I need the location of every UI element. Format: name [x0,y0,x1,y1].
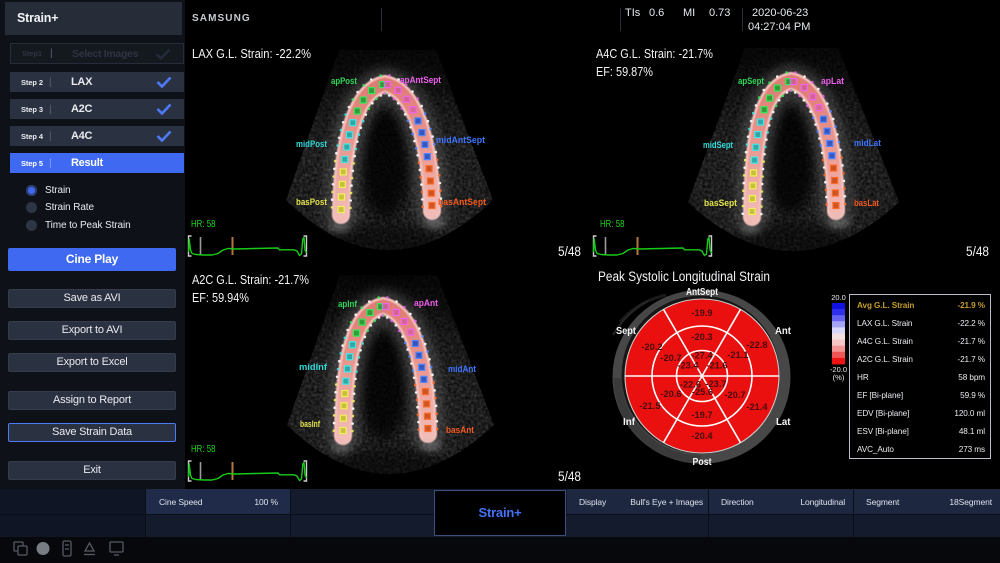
svg-text:midAntSept: midAntSept [436,135,485,145]
svg-text:HR: 58: HR: 58 [191,444,216,455]
svg-text:Post: Post [693,456,712,468]
svg-text:midPost: midPost [296,139,327,149]
svg-text:apLat: apLat [821,76,844,86]
svg-text:-20.3: -20.3 [691,332,712,342]
svg-text:basInf: basInf [300,419,321,429]
svg-text:EF: 59.87%: EF: 59.87% [596,64,653,79]
svg-text:apAnt: apAnt [414,298,438,308]
svg-text:apInf: apInf [338,299,358,309]
svg-text:-21.4: -21.4 [746,402,768,412]
svg-text:Ant: Ant [775,325,791,337]
svg-text:-21.1: -21.1 [727,350,748,360]
svg-text:basPost: basPost [296,197,327,207]
svg-text:A4C G.L. Strain: -21.7%: A4C G.L. Strain: -21.7% [596,46,713,61]
svg-text:-21.6: -21.6 [706,361,727,371]
svg-text:apSept: apSept [738,76,764,86]
svg-text:-27.4: -27.4 [691,351,713,361]
svg-text:-20.6: -20.6 [660,389,681,399]
svg-text:5/48: 5/48 [966,244,989,259]
svg-text:EF: 59.94%: EF: 59.94% [192,290,249,305]
svg-text:basAntSept: basAntSept [438,197,486,207]
svg-text:Inf: Inf [623,416,635,428]
svg-text:basLat: basLat [854,198,879,208]
svg-text:Peak Systolic Longitudinal Str: Peak Systolic Longitudinal Strain [598,269,770,284]
svg-text:-20.4: -20.4 [691,431,713,441]
svg-text:LAX G.L. Strain: -22.2%: LAX G.L. Strain: -22.2% [192,46,311,61]
svg-text:midLat: midLat [854,138,881,148]
svg-text:midInf: midInf [299,362,328,372]
svg-text:-20.2: -20.2 [641,342,662,352]
svg-text:A2C G.L. Strain: -21.7%: A2C G.L. Strain: -21.7% [192,272,309,287]
svg-text:-21.5: -21.5 [639,401,660,411]
svg-text:apAntSept: apAntSept [400,75,441,85]
svg-text:5/48: 5/48 [558,244,581,259]
svg-text:-20.7: -20.7 [724,390,745,400]
svg-text:HR: 58: HR: 58 [600,219,625,230]
svg-text:Lat: Lat [776,416,791,428]
svg-text:-19.9: -19.9 [691,308,712,318]
svg-text:5/48: 5/48 [558,469,581,484]
svg-text:-23.4: -23.4 [677,361,699,371]
svg-text:-25.6: -25.6 [692,387,713,397]
svg-text:(%): (%) [833,373,845,382]
svg-text:-22.8: -22.8 [746,340,767,350]
svg-text:basSept: basSept [704,198,737,208]
svg-text:Sept: Sept [616,325,636,337]
svg-text:AntSept: AntSept [686,286,718,298]
svg-text:20.0: 20.0 [831,293,846,302]
svg-text:-19.7: -19.7 [691,410,712,420]
svg-text:basAnt: basAnt [446,425,474,435]
svg-text:midSept: midSept [703,140,733,150]
svg-text:HR: 58: HR: 58 [191,219,216,230]
svg-text:midAnt: midAnt [448,364,476,374]
svg-text:apPost: apPost [331,76,357,86]
